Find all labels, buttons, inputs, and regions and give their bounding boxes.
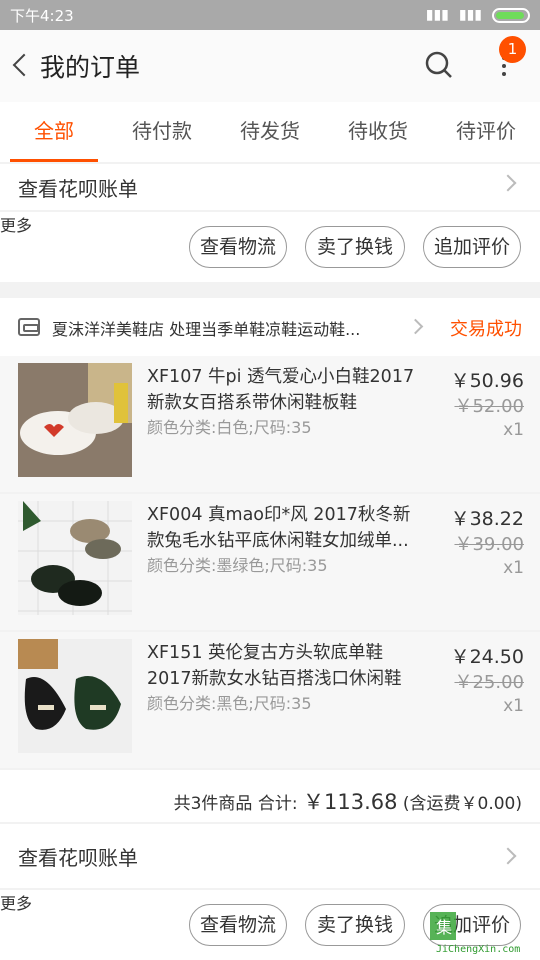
product-qty: x1 bbox=[503, 558, 524, 578]
battery-icon bbox=[492, 7, 530, 23]
product-title: XF004 真mao印*风 2017秋冬新款兔毛水钻平底休闲鞋女加绒单... bbox=[147, 505, 411, 551]
product-original-price: ￥25.00 bbox=[454, 672, 524, 693]
tab-pending-receipt[interactable]: 待收货 bbox=[324, 102, 432, 162]
huabei-bill-row[interactable]: 查看花呗账单 bbox=[0, 824, 540, 888]
status-bar: 下午4:23 ▮▮▮ ▮▮▮ bbox=[0, 0, 540, 30]
tab-all[interactable]: 全部 bbox=[0, 102, 108, 162]
product-sku: 颜色分类:墨绿色;尺码:35 bbox=[147, 556, 328, 575]
svg-text:集: 集 bbox=[436, 918, 452, 937]
product-price: ￥24.50 bbox=[450, 646, 524, 668]
more-link[interactable]: 更多 bbox=[0, 894, 32, 913]
product-price: ￥38.22 bbox=[450, 508, 524, 530]
huabei-bill-label: 查看花呗账单 bbox=[18, 176, 138, 201]
shop-name: 夏沫洋洋美鞋店 处理当季单鞋凉鞋运动鞋... bbox=[52, 320, 361, 339]
order-item[interactable]: XF107 牛pi 透气爱心小白鞋2017新款女百搭系带休闲鞋板鞋 颜色分类:白… bbox=[0, 356, 540, 492]
tab-pending-review[interactable]: 待评价 bbox=[432, 102, 540, 162]
shop-icon bbox=[18, 318, 40, 336]
summary-count: 共3件商品 bbox=[173, 794, 253, 814]
back-arrow-icon[interactable] bbox=[6, 51, 36, 81]
product-original-price: ￥39.00 bbox=[454, 534, 524, 555]
status-time: 下午4:23 bbox=[10, 6, 74, 25]
huabei-bill-row[interactable]: 查看花呗账单 bbox=[0, 164, 540, 210]
summary-total: ￥113.68 bbox=[302, 790, 398, 814]
order-summary: 共3件商品 合计: ￥113.68 (含运费￥0.00) bbox=[0, 770, 540, 822]
tab-pending-payment[interactable]: 待付款 bbox=[108, 102, 216, 162]
notification-badge: 1 bbox=[499, 36, 526, 63]
tab-pending-shipment[interactable]: 待发货 bbox=[216, 102, 324, 162]
huabei-bill-label: 查看花呗账单 bbox=[18, 845, 138, 870]
chevron-right-icon bbox=[499, 847, 517, 865]
view-logistics-button[interactable]: 查看物流 bbox=[189, 904, 287, 946]
order-item[interactable]: XF004 真mao印*风 2017秋冬新款兔毛水钻平底休闲鞋女加绒单... 颜… bbox=[0, 494, 540, 630]
order-item[interactable]: XF151 英伦复古方头软底单鞋2017新款女水钻百搭浅口休闲鞋 颜色分类:黑色… bbox=[0, 632, 540, 768]
summary-shipping: (含运费￥0.00) bbox=[402, 794, 522, 814]
product-image bbox=[18, 639, 132, 753]
signal-icon: ▮▮▮ bbox=[425, 7, 449, 23]
product-image bbox=[18, 363, 132, 477]
add-review-button[interactable]: 追加评价 bbox=[423, 226, 521, 268]
view-logistics-button[interactable]: 查看物流 bbox=[189, 226, 287, 268]
resell-button[interactable]: 卖了换钱 bbox=[305, 226, 405, 268]
product-title: XF151 英伦复古方头软底单鞋2017新款女水钻百搭浅口休闲鞋 bbox=[147, 643, 402, 689]
more-link[interactable]: 更多 bbox=[0, 216, 32, 235]
status-icons: ▮▮▮ ▮▮▮ bbox=[426, 7, 530, 23]
product-qty: x1 bbox=[503, 696, 524, 716]
search-icon[interactable] bbox=[424, 50, 454, 80]
order-status: 交易成功 bbox=[450, 319, 522, 340]
product-image bbox=[18, 501, 132, 615]
watermark-url: JiChengXin.com bbox=[436, 944, 521, 955]
signal-icon-2: ▮▮▮ bbox=[458, 7, 482, 23]
summary-total-label: 合计: bbox=[257, 794, 298, 814]
product-original-price: ￥52.00 bbox=[454, 396, 524, 417]
product-sku: 颜色分类:黑色;尺码:35 bbox=[147, 694, 312, 713]
order-tabs: 全部 待付款 待发货 待收货 待评价 bbox=[0, 102, 540, 162]
chevron-right-icon bbox=[407, 318, 424, 335]
product-title: XF107 牛pi 透气爱心小白鞋2017新款女百搭系带休闲鞋板鞋 bbox=[147, 367, 415, 413]
header: 我的订单 bbox=[0, 30, 540, 102]
chevron-right-icon bbox=[499, 174, 517, 192]
product-price: ￥50.96 bbox=[450, 370, 524, 392]
resell-button[interactable]: 卖了换钱 bbox=[305, 904, 405, 946]
page-title: 我的订单 bbox=[40, 53, 141, 82]
action-bar: 更多 查看物流 卖了换钱 追加评价 bbox=[0, 212, 540, 282]
product-qty: x1 bbox=[503, 420, 524, 440]
product-sku: 颜色分类:白色;尺码:35 bbox=[147, 418, 312, 437]
shop-row[interactable]: 夏沫洋洋美鞋店 处理当季单鞋凉鞋运动鞋... 交易成功 bbox=[0, 298, 540, 356]
order-summary-text: 共3件商品 合计: ￥113.68 (含运费￥0.00) bbox=[174, 786, 522, 816]
